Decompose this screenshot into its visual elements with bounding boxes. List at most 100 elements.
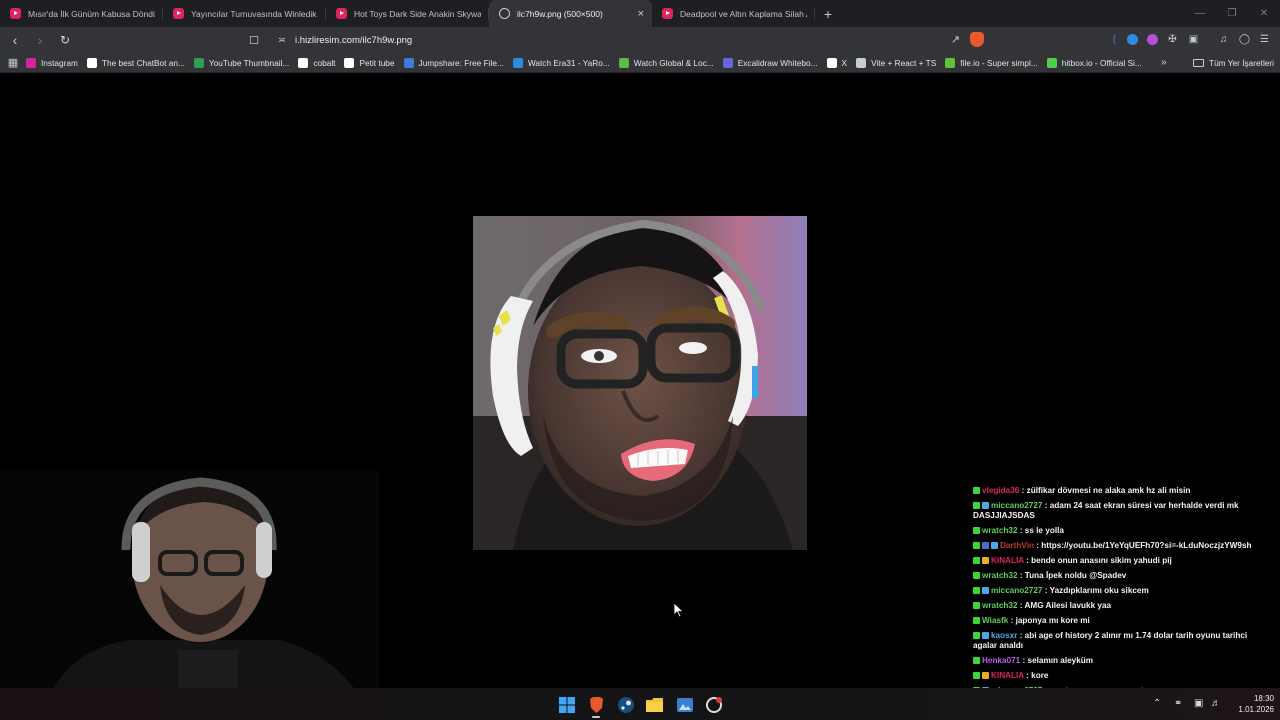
tab-title: Deadpool ve Altın Kaplama Silah Aşk [680,8,807,19]
windows-logo-icon [558,696,575,713]
site-settings-icon[interactable]: ≍ [273,35,291,46]
bookmark-item[interactable]: Petit tube [344,57,395,68]
bookmark-item[interactable]: hitbox.io - Official Si... [1046,57,1142,68]
browser-tab[interactable]: Hot Toys Dark Side Anakin Skywalke [326,0,489,27]
bookmark-item[interactable]: file.io - Super simpl... [945,57,1038,68]
chat-username: kaosxr [991,631,1018,640]
close-tab-icon[interactable]: × [638,8,644,20]
webcam-feed [0,470,380,720]
browser-tab[interactable]: ilc7h9w.png (500×500) × [489,0,652,27]
chat-message: DarthVin : https://youtu.be/1YeYqUEFh70?… [973,541,1273,551]
bookmark-item[interactable]: Watch Era31 - YaRo... [512,57,610,68]
bookmark-item[interactable]: The best ChatBot an... [86,57,185,68]
chat-username: KINALIA [991,556,1024,565]
brave-shields-icon[interactable] [970,32,984,47]
address-bar[interactable]: ☐ ≍ i.hizliresim.com/ilc7h9w.png ↗ [245,30,990,50]
globe-icon [499,8,510,19]
minimize-icon[interactable]: — [1184,0,1216,27]
chat-username: Wiasfk [982,616,1009,625]
chat-message: KINALIA : bende onun anasını sikim yahud… [973,556,1273,566]
bookmark-icon[interactable]: ☐ [245,34,263,47]
apps-grid-icon[interactable]: ▦ [0,56,26,69]
extensions-puzzle-icon[interactable]: ✠ [1165,32,1180,47]
tab-strip: Mısır'da İlk Günüm Kabusa Döndü - Yayınc… [0,0,1280,27]
bookmark-item[interactable]: Watch Global & Loc... [618,57,714,68]
displayed-image[interactable] [473,216,807,550]
youtube-icon [10,8,21,19]
restore-icon[interactable]: ❐ [1216,0,1248,27]
taskbar-obs[interactable] [705,696,722,713]
browser-toolbar: ‹ › ↻ ☐ ≍ i.hizliresim.com/ilc7h9w.png ↗… [0,27,1280,53]
bookmark-item[interactable]: X [826,57,848,68]
microphone-icon[interactable]: ⚭ [1174,698,1182,709]
taskbar-brave[interactable] [588,696,605,713]
tab-list: Mısır'da İlk Günüm Kabusa Döndü - Yayınc… [0,0,815,27]
folder-icon [1193,59,1204,67]
chat-badge-icon [973,487,980,494]
chat-message: wratch32 : Tuna İpek noldu @Spadev [973,571,1273,581]
taskbar-file-explorer[interactable] [646,696,663,713]
chat-text: : AMG Ailesi lavukk yaa [1017,601,1112,610]
clock-time: 18:30 [1253,694,1274,703]
chat-badge-icon [973,527,980,534]
bookmark-item[interactable]: Excalidraw Whitebo... [722,57,818,68]
all-bookmarks-button[interactable]: Tüm Yer İşaretleri [1193,53,1274,73]
chat-badge-icon [991,542,998,549]
chat-badge-icon [973,502,980,509]
bookmark-item[interactable]: cobalt [298,57,335,68]
chat-badge-icon [982,542,989,549]
taskbar-app[interactable] [676,696,693,713]
taskbar-steam[interactable] [617,696,634,713]
chat-text: : bende onun anasını sikim yahudi pij [1023,556,1172,565]
chat-message: wratch32 : ss le yolla [973,526,1273,536]
back-button[interactable]: ‹ [5,30,25,50]
photos-icon [676,697,693,712]
browser-tab[interactable]: Deadpool ve Altın Kaplama Silah Aşk [652,0,815,27]
arrow-right-icon: › [37,32,43,48]
bookmark-item[interactable]: Instagram [26,57,78,68]
extension-icon[interactable] [1147,34,1158,45]
share-icon[interactable]: ↗ [951,33,960,46]
bookmark-label: Excalidraw Whitebo... [737,57,818,68]
shield-icon[interactable]: ◯ [1237,32,1252,47]
menu-icon[interactable]: ☰ [1257,32,1272,47]
chat-badge-icon [982,632,989,639]
drawn-portrait [473,216,807,550]
reload-button[interactable]: ↻ [55,30,75,50]
vpn-extension-icon[interactable] [1127,34,1138,45]
translate-extension-icon[interactable]: ❲ [1107,32,1122,47]
url-text[interactable]: i.hizliresim.com/ilc7h9w.png [295,35,412,46]
volume-icon[interactable]: ♬ [1211,698,1221,709]
bookmark-list: Instagram The best ChatBot an... YouTube T… [26,57,1151,68]
chat-text: : Yazdıpklarımı oku sikcem [1042,586,1149,595]
bookmark-label: The best ChatBot an... [101,57,185,68]
close-window-icon[interactable]: ✕ [1248,0,1280,27]
sidebar-icon[interactable]: ▣ [1186,32,1201,47]
bookmark-item[interactable]: YouTube Thumbnail... [193,57,290,68]
tray-overflow-icon[interactable]: ⌃ [1153,698,1161,709]
start-button[interactable] [558,696,575,713]
bookmark-label: Watch Era31 - YaRo... [527,57,610,68]
more-bookmarks-icon[interactable]: » [1161,57,1167,68]
chat-badge-icon [973,602,980,609]
chat-message: miccano2727 : adam 24 saat ekran süresi … [973,501,1273,521]
network-icon[interactable]: ▣ [1194,698,1203,709]
stream-chat: vlegida36 : zülfikar dövmesi ne alaka am… [973,486,1273,716]
taskbar-clock[interactable]: 18:30 1.01.2026 [1226,693,1274,715]
chat-badge-icon [973,632,980,639]
chat-badge-icon [973,587,980,594]
bookmark-label: X [841,57,848,68]
bookmark-label: YouTube Thumbnail... [208,57,290,68]
browser-tab[interactable]: Yayıncılar Turnuvasında Winledik [Gh [163,0,326,27]
bookmark-item[interactable]: Vite + React + TS [856,57,936,68]
bookmark-label: Watch Global & Loc... [633,57,714,68]
chat-text: : Tuna İpek noldu @Spadev [1017,571,1127,580]
new-tab-button[interactable]: + [817,3,839,25]
bookmark-item[interactable]: Jumpshare: Free File... [403,57,504,68]
fileio-icon [945,57,956,68]
media-icon[interactable]: ♫ [1216,32,1231,47]
chat-text: : kore [1023,671,1049,680]
forward-button[interactable]: › [30,30,50,50]
chat-message: vlegida36 : zülfikar dövmesi ne alaka am… [973,486,1273,496]
browser-tab[interactable]: Mısır'da İlk Günüm Kabusa Döndü - [0,0,163,27]
